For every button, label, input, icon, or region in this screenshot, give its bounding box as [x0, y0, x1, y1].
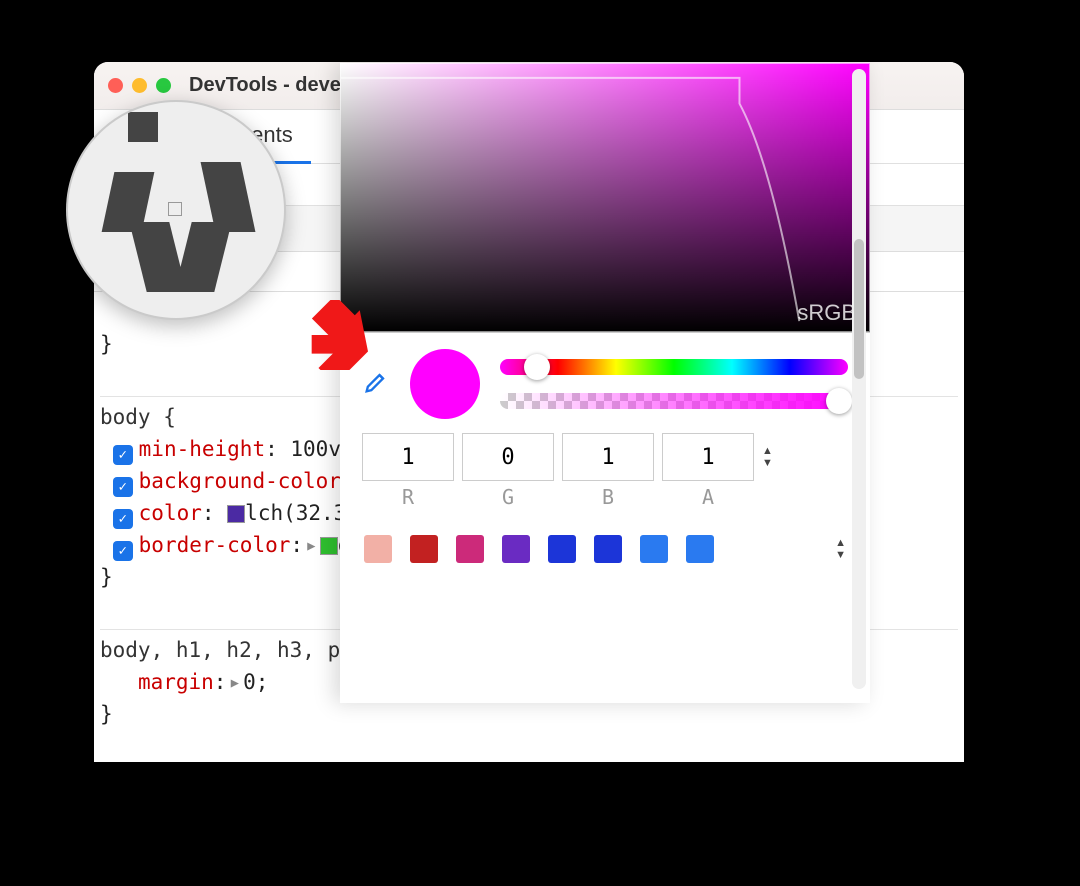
prop-toggle-checkbox[interactable] [113, 477, 133, 497]
channel-label: G [462, 485, 554, 509]
channel-label: B [562, 485, 654, 509]
palette-swatch[interactable] [456, 535, 484, 563]
color-swatch[interactable] [227, 505, 245, 523]
palette-swatch[interactable] [640, 535, 668, 563]
prop-toggle-checkbox[interactable] [113, 541, 133, 561]
palette-set-stepper[interactable]: ▲▼ [835, 537, 846, 561]
palette-swatch[interactable] [502, 535, 530, 563]
channel-label: A [662, 485, 754, 509]
eyedropper-loupe [66, 100, 286, 320]
minimize-button[interactable] [132, 78, 147, 93]
expand-triangle-icon[interactable]: ▸ [228, 666, 241, 698]
maximize-button[interactable] [156, 78, 171, 93]
alpha-slider[interactable] [500, 393, 848, 409]
gamut-label: sRGB [797, 300, 856, 326]
traffic-lights [108, 78, 171, 93]
color-palette: ▲▼ [340, 509, 870, 589]
channel-g-input[interactable]: 0 [462, 433, 554, 481]
palette-swatch[interactable] [364, 535, 392, 563]
palette-swatch[interactable] [410, 535, 438, 563]
prop-toggle-checkbox[interactable] [113, 445, 133, 465]
hue-slider[interactable] [500, 359, 848, 375]
format-toggle-stepper[interactable]: ▲▼ [762, 445, 773, 469]
channel-r-input[interactable]: 1 [362, 433, 454, 481]
color-channel-inputs: 1 0 1 1 ▲▼ [340, 427, 870, 485]
annotation-arrow-icon [300, 300, 370, 370]
channel-b-input[interactable]: 1 [562, 433, 654, 481]
expand-triangle-icon[interactable]: ▸ [305, 529, 318, 561]
palette-swatch[interactable] [686, 535, 714, 563]
channel-a-input[interactable]: 1 [662, 433, 754, 481]
current-color-swatch [410, 349, 480, 419]
channel-label: R [362, 485, 454, 509]
color-picker-panel: sRGB 1 0 1 1 ▲▼ R G B A [340, 63, 870, 703]
loupe-target-pixel [168, 202, 182, 216]
palette-swatch[interactable] [594, 535, 622, 563]
eyedropper-button[interactable] [362, 368, 390, 401]
color-swatch[interactable] [320, 537, 338, 555]
scrollbar-track[interactable] [852, 69, 866, 689]
palette-swatch[interactable] [548, 535, 576, 563]
prop-toggle-checkbox[interactable] [113, 509, 133, 529]
close-button[interactable] [108, 78, 123, 93]
saturation-value-field[interactable]: sRGB [340, 63, 870, 333]
scrollbar-thumb[interactable] [854, 239, 864, 379]
